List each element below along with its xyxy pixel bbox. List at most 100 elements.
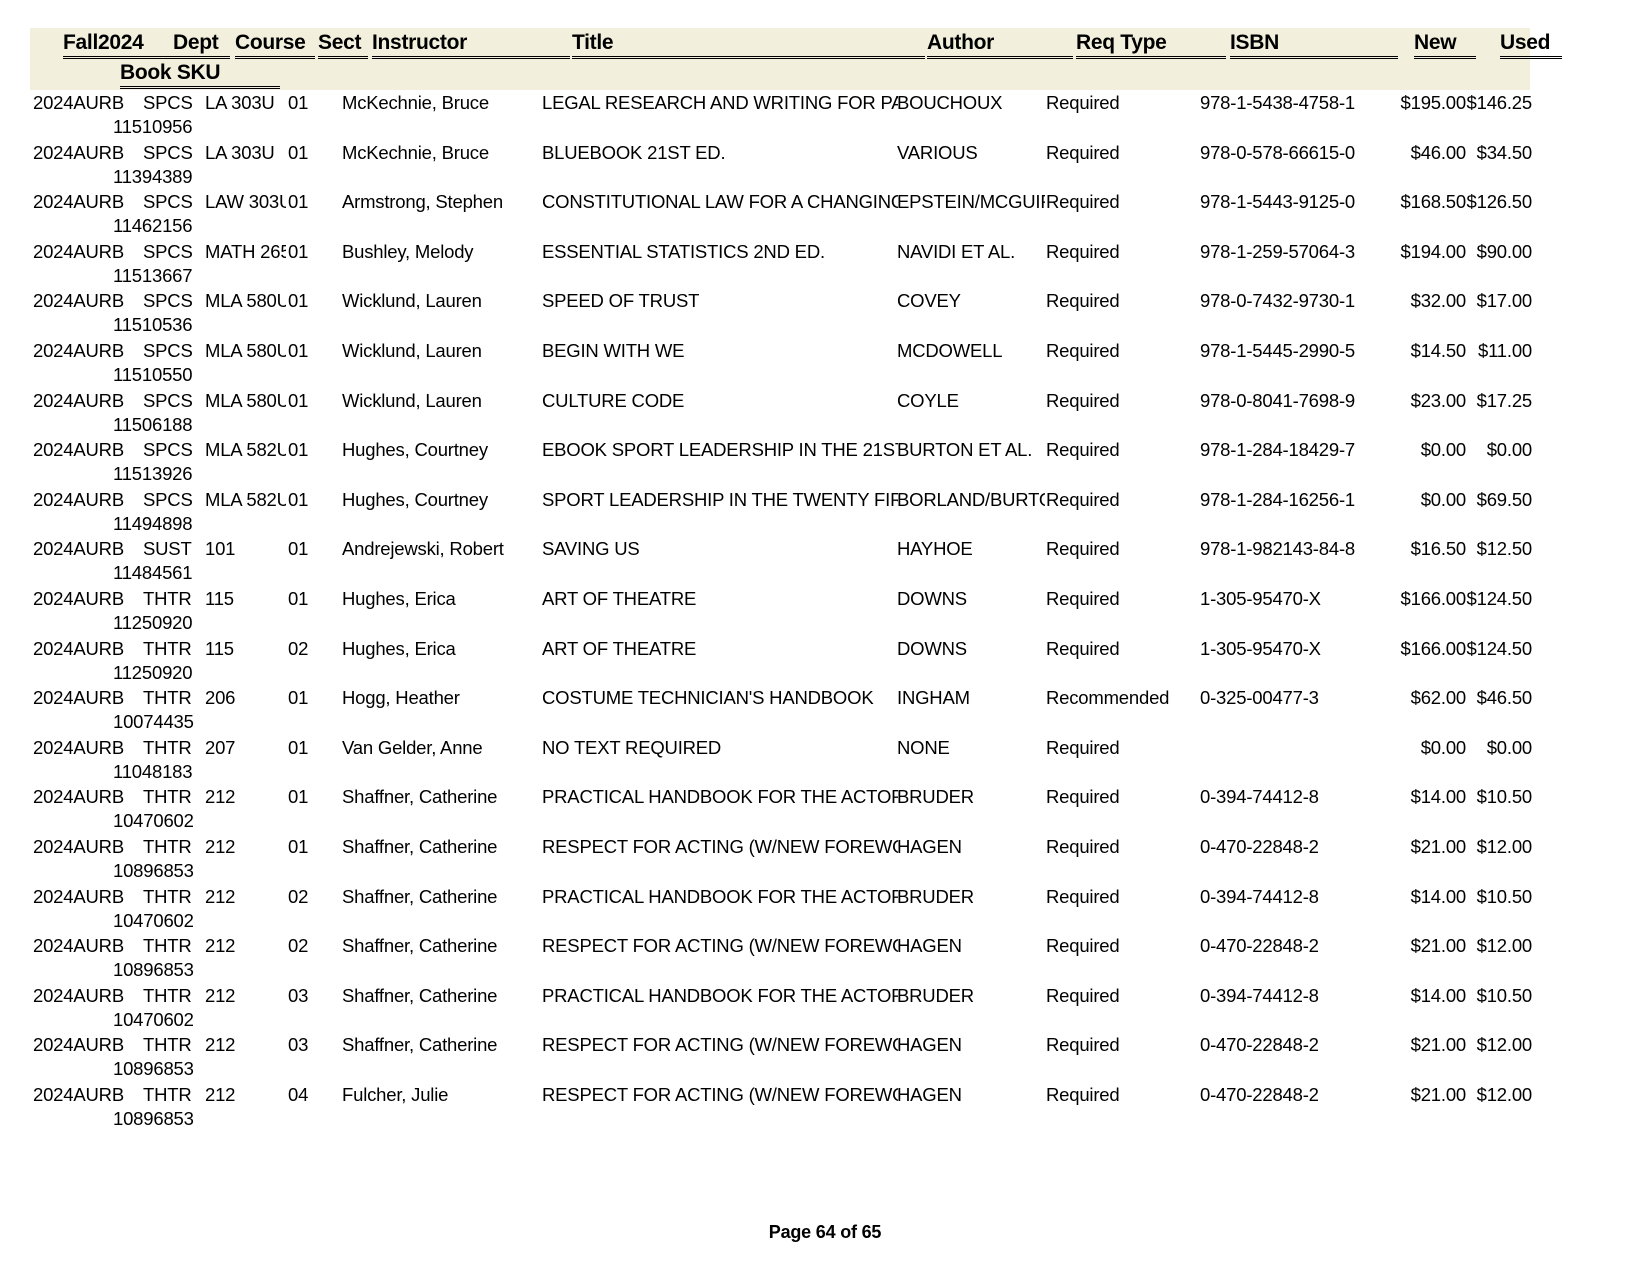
cell-instructor: Fulcher, Julie (342, 1083, 449, 1105)
table-row-sku: 11510956 (0, 116, 1650, 139)
cell-isbn: 0-394-74412-8 (1200, 885, 1319, 907)
table-row-sku: 10470602 (0, 910, 1650, 933)
cell-book-sku: 11510956 (113, 116, 193, 137)
cell-book-sku: 11394389 (113, 165, 193, 187)
table-row-main: 2024AURB SUST 101 01 Andrejewski, Robert SAVI… (0, 536, 1650, 562)
cell-isbn: 0-394-74412-8 (1200, 984, 1319, 1006)
cell-isbn: 978-1-284-18429-7 (1200, 439, 1355, 461)
cell-dept: THTR (143, 1034, 192, 1056)
cell-isbn: 0-470-22848-2 (1200, 1083, 1319, 1105)
cell-course: MLA 582U (205, 439, 286, 461)
table-row-sku: 11250920 (0, 662, 1650, 685)
cell-instructor: Shaffner, Catherine (342, 835, 498, 857)
cell-course: 207 (205, 736, 236, 758)
cell-title: ART OF THEATRE (542, 637, 697, 659)
cell-dept: THTR (143, 687, 192, 709)
cell-author: DOWNS (897, 637, 967, 659)
table-row-sku: 10074435 (0, 711, 1650, 734)
table-row-main: 2024AURB THTR 212 01 Shaffner, Catherine PRAC… (0, 784, 1650, 810)
table-row-main: 2024AURB THTR 212 01 Shaffner, Catherine RESP… (0, 834, 1650, 860)
cell-course: 212 (205, 1083, 236, 1105)
cell-instructor: Wicklund, Lauren (342, 389, 482, 411)
cell-book-sku: 10470602 (113, 909, 194, 931)
table-row: 2024AURB THTR 212 02 Shaffner, Catherine RESP… (0, 933, 1650, 983)
cell-author: HAGEN (897, 1083, 962, 1105)
cell-author: DOWNS (897, 587, 967, 609)
cell-instructor: Shaffner, Catherine (342, 885, 498, 907)
cell-req-type: Required (1046, 141, 1120, 163)
cell-instructor: Hughes, Erica (342, 587, 456, 609)
cell-sect: 01 (288, 835, 309, 857)
table-row: 2024AURB SPCS LA 303U 01 McKechnie, Bruce BLU… (0, 140, 1650, 190)
table-row: 2024AURB SPCS MLA 580U 01 Wicklund, Lauren CU… (0, 388, 1650, 438)
cell-req-type: Recommended (1046, 687, 1170, 709)
cell-new-price: $21.00 (1410, 1034, 1466, 1056)
cell-req-type: Required (1046, 92, 1120, 113)
cell-dept: THTR (143, 786, 192, 808)
cell-course: 212 (205, 786, 236, 808)
cell-course: 212 (205, 1034, 236, 1056)
cell-used-price: $12.50 (1476, 538, 1532, 560)
table-row: 2024AURB THTR 115 01 Hughes, Erica ART OF THE… (0, 586, 1650, 636)
cell-sect: 03 (288, 1034, 309, 1056)
cell-author: BRUDER (897, 984, 974, 1006)
cell-new-price: $21.00 (1410, 835, 1466, 857)
cell-author: HAGEN (897, 1034, 962, 1056)
cell-instructor: Hughes, Courtney (342, 439, 488, 461)
cell-isbn: 978-1-5445-2990-5 (1200, 339, 1355, 361)
cell-book-sku: 11506188 (113, 413, 193, 435)
table-row-sku: 11250920 (0, 612, 1650, 635)
cell-title: RESPECT FOR ACTING (W/NEW FOREWORD) (542, 935, 898, 957)
cell-title: CULTURE CODE (542, 389, 685, 411)
cell-course: 212 (205, 835, 236, 857)
table-row: 2024AURB SPCS LAW 303U 01 Armstrong, Stephen… (0, 189, 1650, 239)
cell-course: 206 (205, 687, 236, 709)
cell-dept: THTR (143, 587, 192, 609)
cell-dept: THTR (143, 736, 192, 758)
table-row-sku: 10896853 (0, 1058, 1650, 1081)
cell-sect: 01 (288, 339, 309, 361)
table-row-main: 2024AURB SPCS LA 303U 01 McKechnie, Bruce LEG… (0, 90, 1650, 116)
table-row-sku: 10470602 (0, 1009, 1650, 1032)
table-row-main: 2024AURB SPCS LAW 303U 01 Armstrong, Stephen… (0, 189, 1650, 215)
cell-book-sku: 11513926 (113, 463, 193, 485)
cell-title: EBOOK SPORT LEADERSHIP IN THE 21ST CENTU… (542, 439, 898, 461)
cell-book-sku: 10896853 (113, 1058, 194, 1080)
cell-title: RESPECT FOR ACTING (W/NEW FOREWORD) (542, 1034, 898, 1056)
cell-used-price: $146.25 (1466, 92, 1532, 113)
cell-book-sku: 11250920 (113, 661, 193, 683)
column-header-term: Fall2024 (63, 32, 173, 59)
cell-instructor: Shaffner, Catherine (342, 1034, 498, 1056)
table-row-main: 2024AURB SPCS MLA 582U 01 Hughes, Courtney SP… (0, 487, 1650, 513)
cell-title: SPORT LEADERSHIP IN THE TWENTY FIRST CEN… (542, 488, 898, 510)
cell-author: EPSTEIN/MCGUIRE (897, 191, 1045, 213)
table-row-main: 2024AURB SPCS MLA 580U 01 Wicklund, Lauren BE… (0, 338, 1650, 364)
table-row: 2024AURB SPCS LA 303U 01 McKechnie, Bruce LEG… (0, 90, 1650, 140)
cell-sect: 01 (288, 736, 309, 758)
cell-isbn: 0-325-00477-3 (1200, 687, 1319, 709)
cell-instructor: Hogg, Heather (342, 687, 460, 709)
cell-sect: 01 (288, 488, 309, 510)
cell-isbn: 978-1-982143-84-8 (1200, 538, 1355, 560)
cell-new-price: $14.00 (1410, 885, 1466, 907)
cell-course: LA 303U (205, 92, 275, 113)
cell-sect: 01 (288, 141, 309, 163)
table-row-sku: 11513667 (0, 265, 1650, 288)
cell-title: RESPECT FOR ACTING (W/NEW FOREWORD) (542, 835, 898, 857)
page-footer: Page 64 of 65 (768, 1222, 882, 1242)
cell-sect: 01 (288, 439, 309, 461)
column-header-dept: Dept (173, 32, 230, 59)
table-row-main: 2024AURB THTR 206 01 Hogg, Heather COSTUME TE… (0, 685, 1650, 711)
cell-used-price: $0.00 (1486, 736, 1532, 758)
cell-dept: THTR (143, 637, 192, 659)
cell-title: COSTUME TECHNICIAN'S HANDBOOK (542, 687, 874, 709)
cell-req-type: Required (1046, 538, 1120, 560)
cell-used-price: $12.00 (1476, 1083, 1532, 1105)
cell-instructor: McKechnie, Bruce (342, 92, 489, 113)
cell-used-price: $124.50 (1466, 587, 1532, 609)
cell-author: BOUCHOUX (897, 92, 1003, 113)
cell-book-sku: 11048183 (113, 760, 193, 782)
cell-instructor: Shaffner, Catherine (342, 935, 498, 957)
cell-sect: 01 (288, 290, 309, 312)
table-row-sku: 11484561 (0, 562, 1650, 585)
